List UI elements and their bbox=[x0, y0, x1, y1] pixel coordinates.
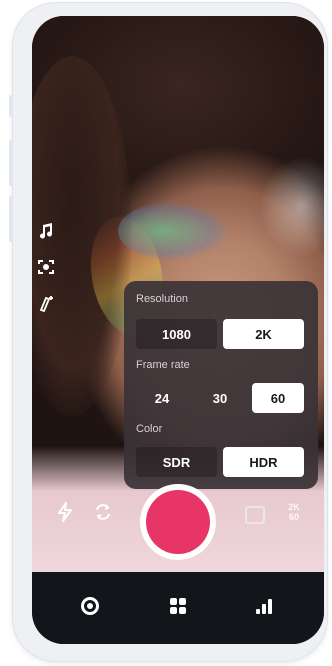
color-option-sdr[interactable]: SDR bbox=[136, 447, 217, 477]
flip-camera-icon[interactable] bbox=[94, 502, 112, 526]
color-selector: SDR HDR bbox=[136, 447, 304, 477]
volume-up-button bbox=[9, 140, 13, 186]
format-badge[interactable]: 2K 60 bbox=[282, 502, 306, 522]
bottom-tab-bar bbox=[32, 572, 324, 644]
color-title: Color bbox=[136, 423, 163, 435]
record-button[interactable] bbox=[140, 484, 216, 560]
frame-rate-option-24[interactable]: 24 bbox=[136, 383, 188, 413]
stats-tab-icon bbox=[256, 598, 272, 614]
record-tab-icon bbox=[81, 597, 99, 615]
resolution-option-1080[interactable]: 1080 bbox=[136, 319, 217, 349]
frame-rate-title: Frame rate bbox=[136, 359, 190, 371]
resolution-title: Resolution bbox=[136, 293, 188, 305]
format-badge-framerate: 60 bbox=[288, 512, 299, 522]
frame-rate-option-30[interactable]: 30 bbox=[194, 383, 246, 413]
resolution-selector: 1080 2K bbox=[136, 319, 304, 349]
format-badge-resolution: 2K bbox=[288, 502, 300, 512]
record-tab[interactable] bbox=[76, 592, 104, 620]
stats-tab[interactable] bbox=[250, 592, 278, 620]
phone-screen: Resolution 1080 2K Frame rate 24 30 60 C… bbox=[32, 16, 324, 644]
color-option-hdr[interactable]: HDR bbox=[223, 447, 304, 477]
gallery-icon[interactable] bbox=[245, 506, 265, 524]
flash-icon[interactable] bbox=[56, 502, 74, 526]
resolution-option-2k[interactable]: 2K bbox=[223, 319, 304, 349]
capture-settings-panel: Resolution 1080 2K Frame rate 24 30 60 C… bbox=[124, 281, 318, 489]
frame-rate-selector: 24 30 60 bbox=[136, 383, 304, 413]
music-note-icon[interactable] bbox=[36, 222, 56, 242]
face-frame-icon[interactable] bbox=[36, 258, 56, 278]
grid-tab-icon bbox=[170, 598, 186, 614]
beauty-wand-icon[interactable] bbox=[36, 294, 56, 314]
record-button-inner bbox=[146, 490, 210, 554]
side-button bbox=[9, 95, 13, 117]
templates-tab[interactable] bbox=[164, 592, 192, 620]
left-toolbar bbox=[36, 222, 58, 330]
volume-down-button bbox=[9, 196, 13, 242]
glitter-eyeshadow bbox=[118, 202, 228, 260]
frame-rate-option-60[interactable]: 60 bbox=[252, 383, 304, 413]
